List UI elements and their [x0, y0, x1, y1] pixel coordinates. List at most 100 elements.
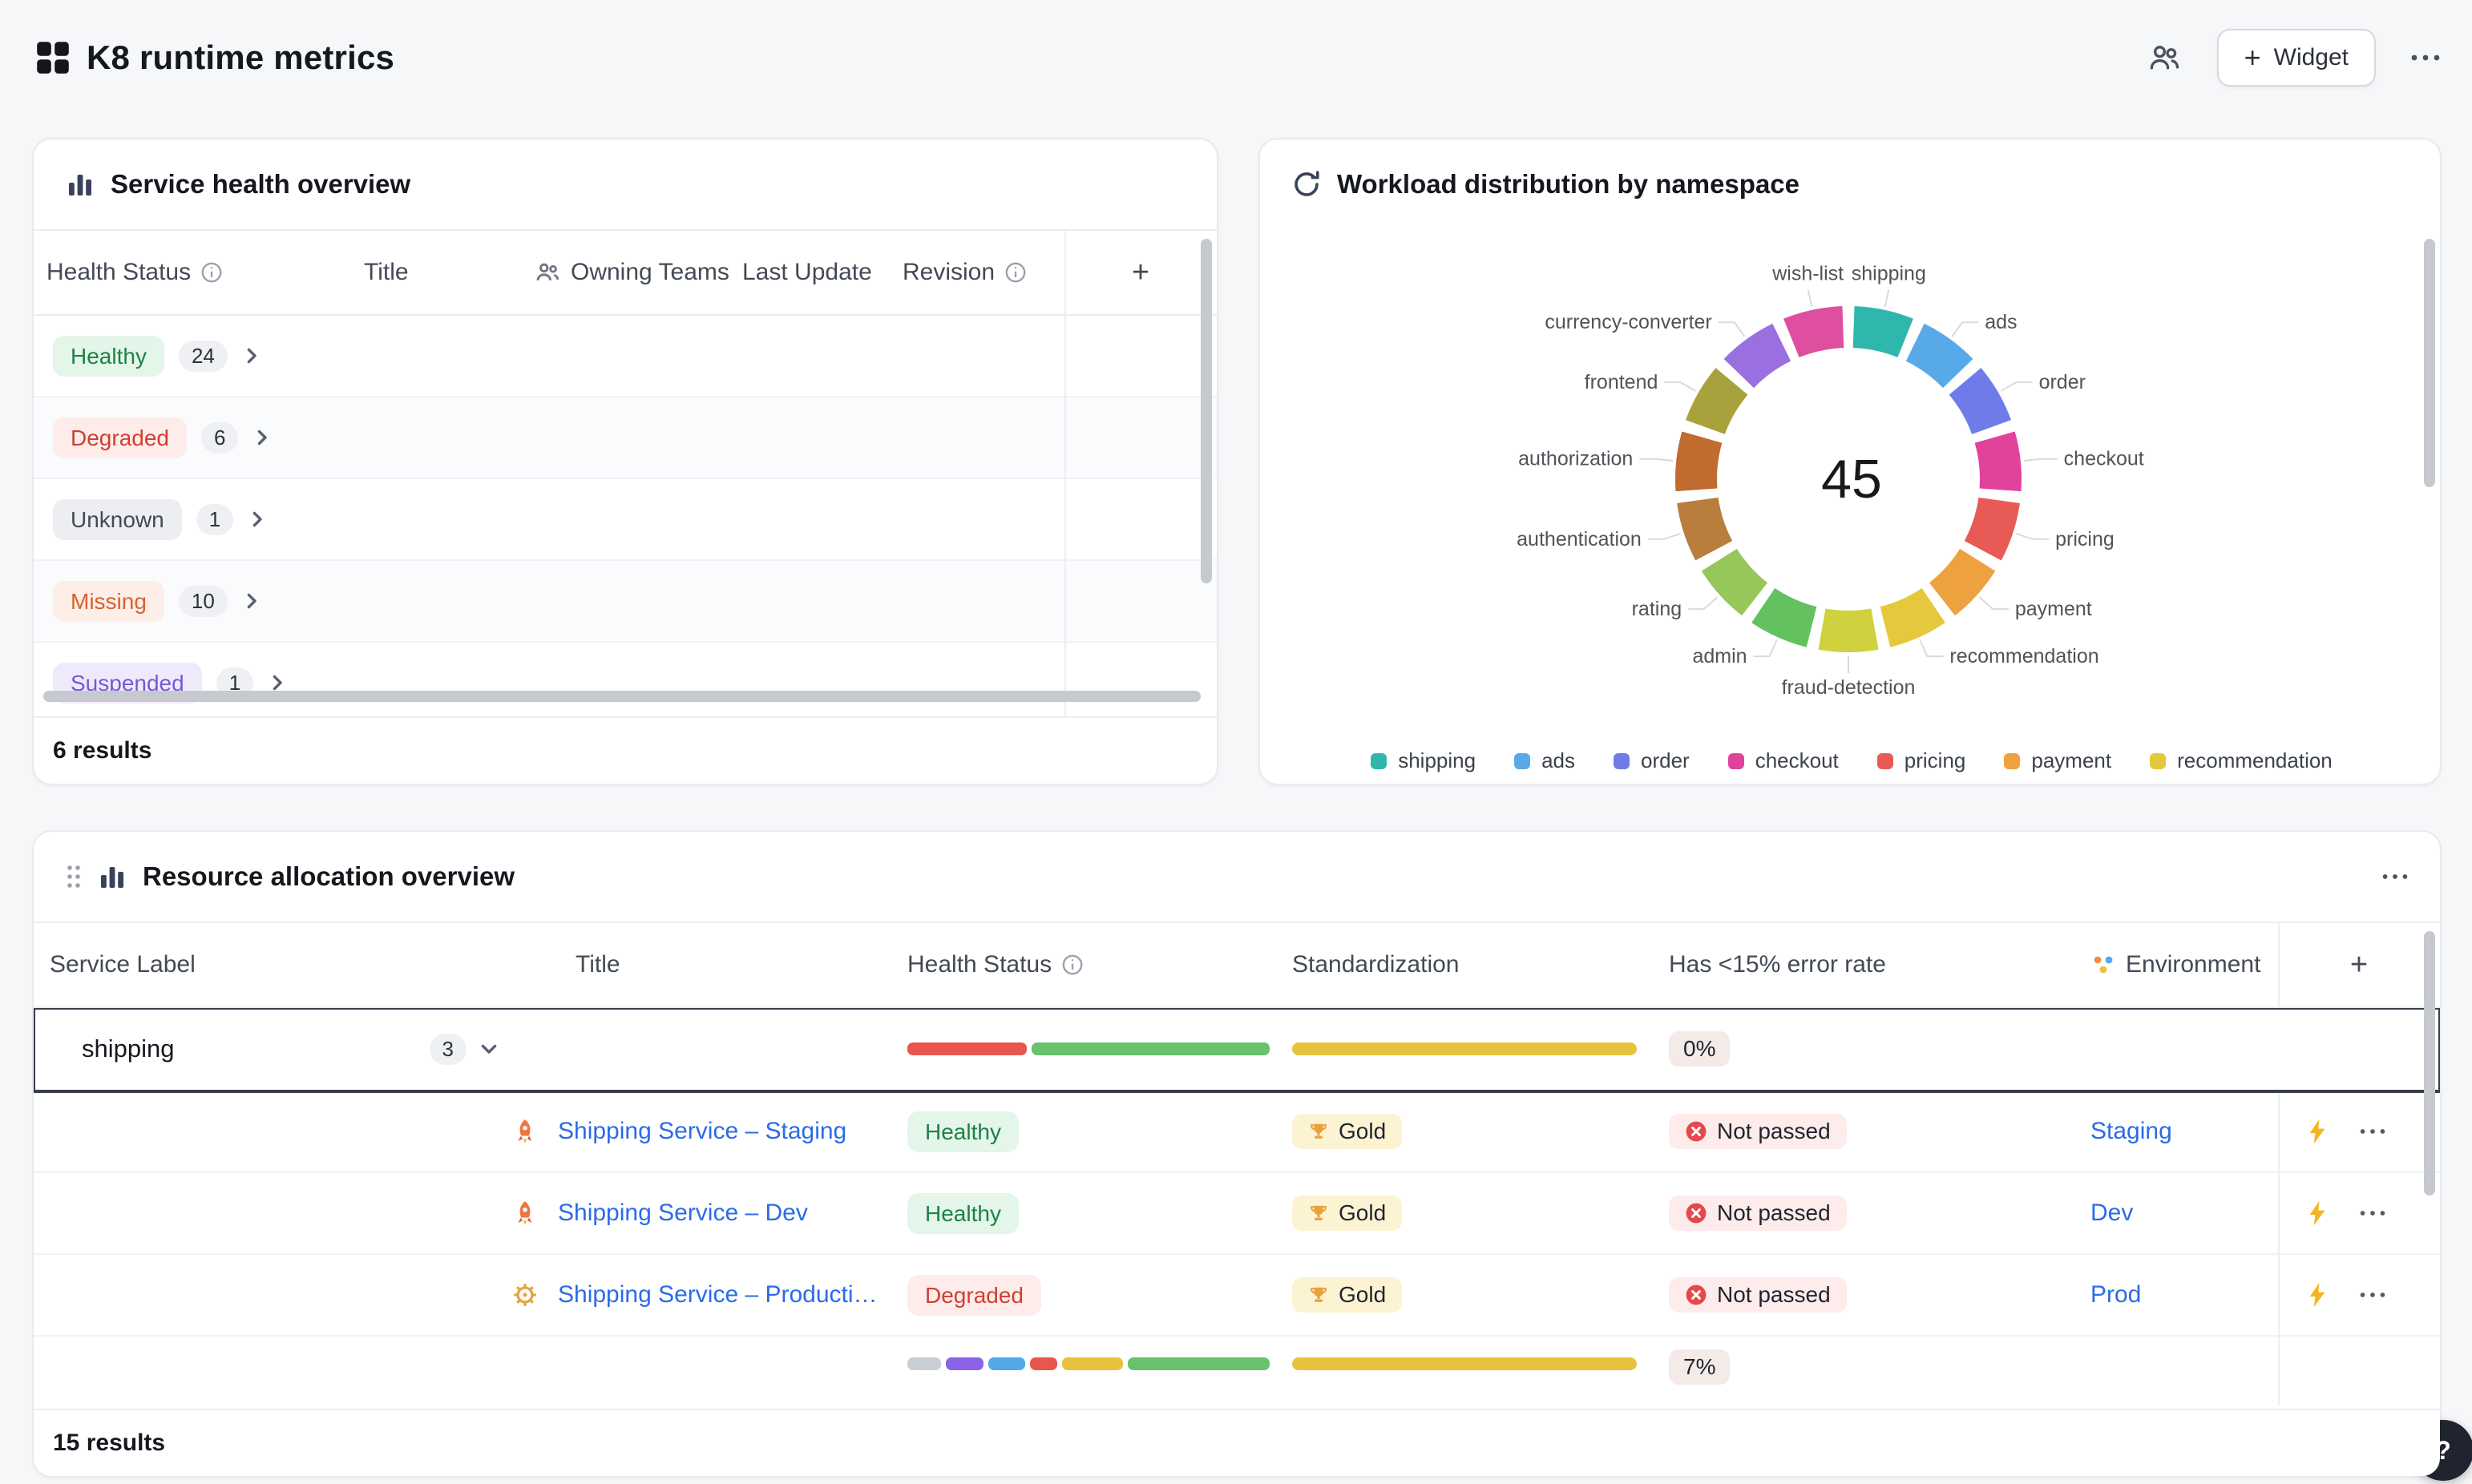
column-error-rate[interactable]: Has <15% error rate	[1669, 951, 2090, 978]
table-row[interactable]: Unknown 1	[34, 479, 1217, 561]
column-owning-teams[interactable]: Owning Teams	[534, 259, 742, 286]
legend-label: payment	[2031, 748, 2111, 773]
column-standardization[interactable]: Standardization	[1292, 951, 1669, 978]
donut-svg[interactable]: shippingadsordercheckoutpricingpaymentre…	[1260, 229, 2442, 726]
table-row[interactable]: Shipping Service – Dev Healthy Gold Not …	[34, 1173, 2440, 1255]
donut-segment-frontend[interactable]	[1705, 381, 1731, 427]
environment-link[interactable]: Staging	[2090, 1118, 2172, 1145]
standardization-badge: Gold	[1292, 1277, 1402, 1313]
error-rate-label: Not passed	[1717, 1119, 1831, 1144]
legend-item[interactable]: recommendation	[2150, 748, 2333, 773]
donut-segment-currency-converter[interactable]	[1739, 342, 1781, 373]
donut-segment-fraud-detection[interactable]	[1822, 629, 1875, 631]
label-leader-line	[1885, 289, 1889, 307]
horizontal-scrollbar[interactable]	[43, 691, 1201, 702]
donut-segment-rating[interactable]	[1719, 560, 1755, 599]
column-label: Has <15% error rate	[1669, 951, 1886, 978]
row-menu-icon[interactable]	[2360, 1210, 2385, 1216]
service-link[interactable]: Shipping Service – Dev	[558, 1200, 808, 1227]
group-row-shipping[interactable]: shipping 3 0%	[34, 1008, 2440, 1091]
share-users-button[interactable]	[2147, 40, 2182, 75]
legend-item[interactable]: checkout	[1728, 748, 1839, 773]
donut-segment-checkout[interactable]	[1995, 438, 2001, 490]
legend-item[interactable]: pricing	[1877, 748, 1966, 773]
label-leader-line	[1639, 459, 1673, 461]
info-icon[interactable]	[1004, 261, 1027, 284]
chevron-right-icon[interactable]	[248, 510, 267, 529]
trophy-icon	[1308, 1203, 1329, 1224]
plus-icon: +	[2244, 43, 2261, 72]
chevron-down-icon[interactable]	[479, 1039, 499, 1059]
chevron-right-icon[interactable]	[268, 673, 287, 692]
chevron-right-icon[interactable]	[242, 346, 261, 365]
column-health-status[interactable]: Health Status	[907, 951, 1292, 978]
column-health-status[interactable]: Health Status	[46, 259, 364, 286]
column-last-update[interactable]: Last Update	[742, 259, 903, 286]
legend-item[interactable]: payment	[2004, 748, 2111, 773]
donut-label: shipping	[1852, 262, 1926, 284]
column-revision[interactable]: Revision	[903, 259, 1064, 286]
status-badge: Missing	[53, 581, 164, 622]
vertical-scrollbar[interactable]	[1201, 239, 1212, 583]
environment-link[interactable]: Prod	[2090, 1281, 2141, 1309]
legend-item[interactable]: shipping	[1371, 748, 1476, 773]
donut-segment-authentication[interactable]	[1698, 500, 1714, 550]
environment-link[interactable]: Dev	[2090, 1200, 2133, 1227]
row-menu-icon[interactable]	[2360, 1128, 2385, 1135]
column-environment[interactable]: Environment	[2090, 951, 2278, 978]
table-row[interactable]: Healthy 24	[34, 316, 1217, 397]
legend-label: shipping	[1398, 748, 1476, 773]
table-row[interactable]: Degraded 6	[34, 397, 1217, 479]
legend-item[interactable]: order	[1614, 748, 1690, 773]
donut-segment-shipping[interactable]	[1854, 327, 1906, 338]
column-label: Last Update	[742, 259, 872, 286]
drag-handle-icon[interactable]	[66, 864, 82, 889]
service-link[interactable]: Shipping Service – Staging	[558, 1118, 846, 1145]
group-row-partial[interactable]: 7%	[34, 1337, 2440, 1405]
add-column-button[interactable]: +	[1064, 256, 1217, 290]
chevron-right-icon[interactable]	[252, 428, 272, 447]
donut-segment-pricing[interactable]	[1983, 500, 1999, 550]
chevron-right-icon[interactable]	[242, 591, 261, 611]
donut-segment-wish-list[interactable]	[1791, 327, 1844, 338]
group-health-bar	[907, 1042, 1270, 1055]
table-row[interactable]: Shipping Service – Staging Healthy Gold …	[34, 1091, 2440, 1173]
count-badge: 3	[430, 1034, 467, 1065]
legend-swatch	[1514, 753, 1530, 769]
add-widget-button[interactable]: + Widget	[2217, 29, 2376, 87]
standardization-label: Gold	[1339, 1200, 1386, 1226]
donut-legend: shipping ads order checkout pricing payment re…	[1260, 748, 2442, 773]
status-badge: Unknown	[53, 499, 182, 540]
donut-segment-payment[interactable]	[1942, 560, 1977, 599]
column-title[interactable]: Title	[364, 259, 534, 286]
donut-segment-recommendation[interactable]	[1885, 606, 1933, 627]
info-icon[interactable]	[200, 261, 223, 284]
lightning-icon[interactable]	[2307, 1200, 2328, 1227]
vertical-scrollbar[interactable]	[2424, 239, 2435, 487]
donut-segment-admin[interactable]	[1763, 606, 1812, 627]
label-leader-line	[1920, 640, 1943, 656]
donut-label: authorization	[1518, 448, 1633, 470]
lightning-icon[interactable]	[2307, 1281, 2328, 1309]
lightning-icon[interactable]	[2307, 1118, 2328, 1145]
dashboard-page: K8 runtime metrics + Widget Se	[0, 0, 2472, 1484]
column-service-label[interactable]: Service Label	[50, 951, 511, 978]
donut-segment-ads[interactable]	[1915, 342, 1957, 373]
legend-item[interactable]: ads	[1514, 748, 1575, 773]
row-menu-icon[interactable]	[2360, 1292, 2385, 1298]
add-column-button[interactable]: +	[2278, 948, 2440, 982]
column-title[interactable]: Title	[511, 951, 907, 978]
donut-label: fraud-detection	[1782, 676, 1916, 699]
card-menu-button[interactable]	[2382, 873, 2408, 880]
vertical-scrollbar[interactable]	[2424, 931, 2435, 1196]
table-row[interactable]: Missing 10	[34, 561, 1217, 643]
donut-segment-authorization[interactable]	[1696, 438, 1702, 490]
info-icon[interactable]	[1061, 954, 1084, 976]
table-row[interactable]: Shipping Service – Producti… Degraded Go…	[34, 1255, 2440, 1337]
label-leader-line	[1719, 322, 1745, 337]
donut-segment-order[interactable]	[1965, 381, 1992, 427]
header-menu-button[interactable]	[2411, 54, 2440, 61]
helm-icon	[511, 1281, 539, 1309]
service-link[interactable]: Shipping Service – Producti…	[558, 1281, 878, 1309]
legend-label: ads	[1541, 748, 1575, 773]
